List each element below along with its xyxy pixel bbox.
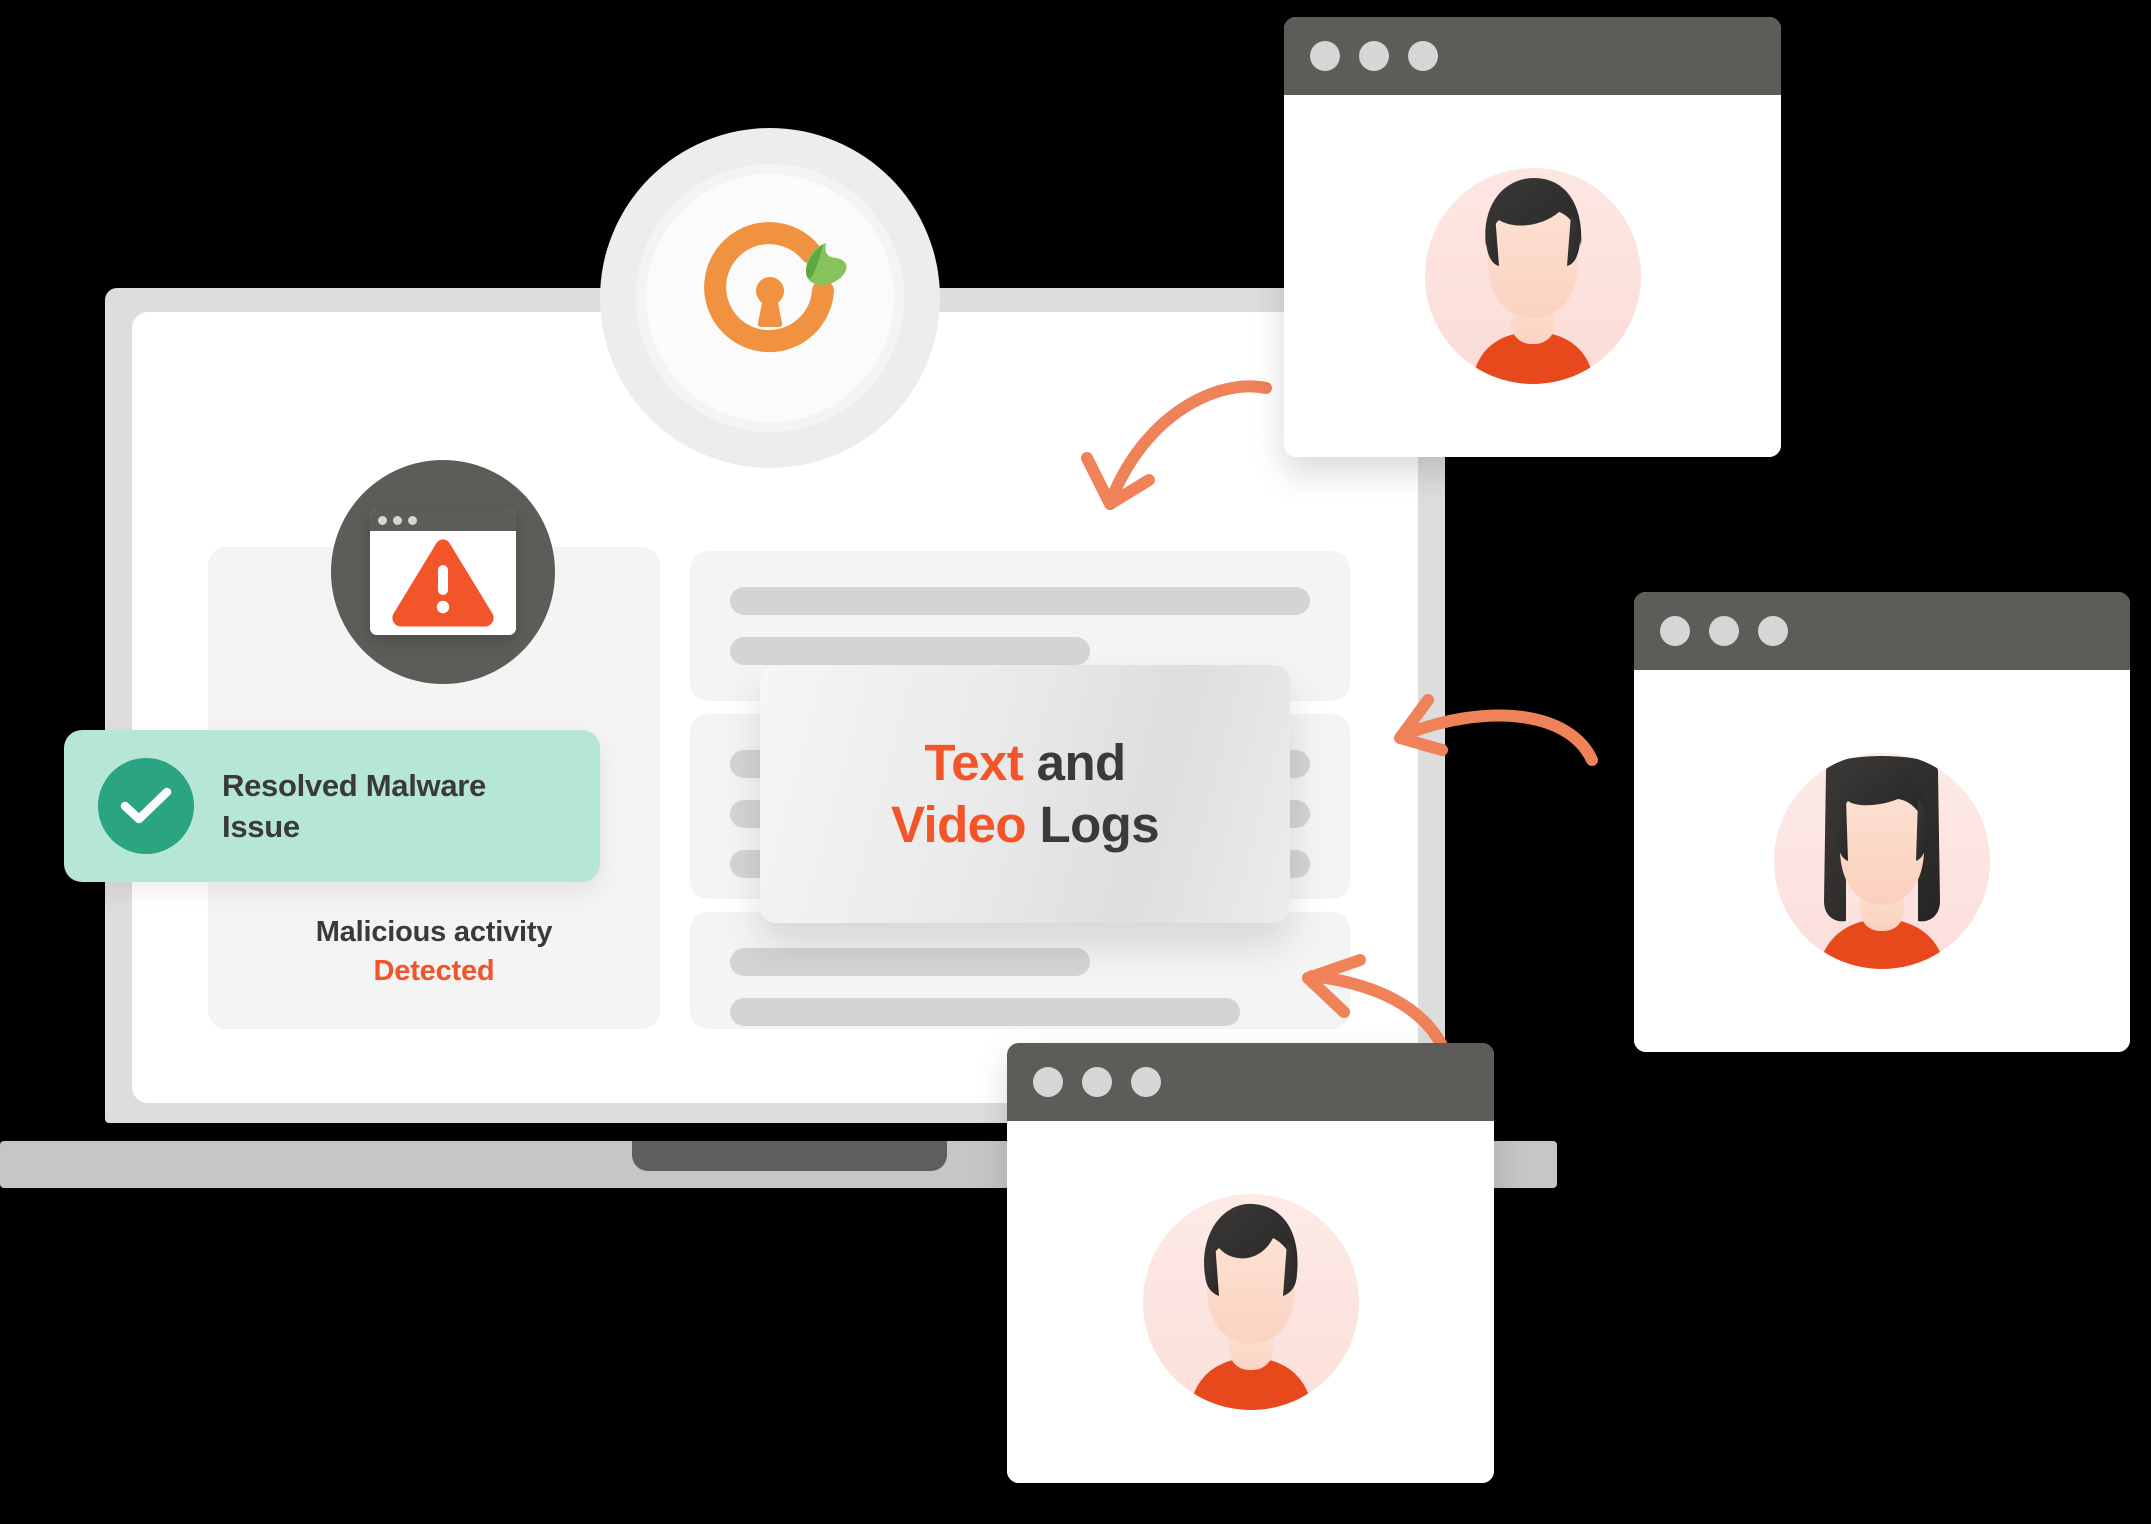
brand-logo bbox=[600, 128, 940, 468]
window-viewport bbox=[1634, 670, 2130, 1052]
window-dot-icon[interactable] bbox=[1082, 1067, 1112, 1097]
skeleton-line bbox=[730, 948, 1090, 976]
malware-warning-icon bbox=[331, 460, 555, 684]
window-dot-icon bbox=[393, 515, 402, 525]
window-titlebar bbox=[1284, 17, 1781, 95]
text-card-line1: Text and bbox=[891, 732, 1159, 794]
browser-window-right[interactable] bbox=[1634, 592, 2130, 1052]
skeleton-panel-3 bbox=[690, 912, 1350, 1029]
window-dot-icon[interactable] bbox=[1660, 616, 1690, 646]
warning-triangle-icon bbox=[392, 539, 494, 627]
window-dot-icon[interactable] bbox=[1758, 616, 1788, 646]
window-titlebar bbox=[370, 509, 516, 531]
window-viewport bbox=[1284, 95, 1781, 457]
avatar bbox=[1121, 1172, 1381, 1432]
malware-window-icon bbox=[370, 509, 516, 635]
window-titlebar bbox=[1634, 592, 2130, 670]
check-icon bbox=[120, 787, 172, 824]
window-dot-icon[interactable] bbox=[1131, 1067, 1161, 1097]
window-dot-icon[interactable] bbox=[1408, 41, 1438, 71]
text-card-line2-rest: Logs bbox=[1025, 796, 1160, 853]
resolved-badge-label: Resolved Malware Issue bbox=[222, 767, 486, 844]
avatar bbox=[1403, 146, 1663, 406]
malware-caption: Malicious activity Detected bbox=[208, 913, 660, 990]
brand-logo-inner-ring bbox=[636, 164, 904, 432]
window-dot-icon[interactable] bbox=[1033, 1067, 1063, 1097]
window-dot-icon bbox=[408, 515, 417, 525]
skeleton-line bbox=[730, 637, 1090, 665]
resolved-malware-badge: Resolved Malware Issue bbox=[64, 730, 600, 882]
window-dot-icon[interactable] bbox=[1359, 41, 1389, 71]
arrow-right-to-screen bbox=[1394, 694, 1598, 766]
illustration-stage: Malicious activity Detected Text and Vid… bbox=[0, 0, 2151, 1524]
avatar bbox=[1752, 731, 2012, 991]
circular-lock-leaf-logo bbox=[704, 222, 847, 353]
window-titlebar bbox=[1007, 1043, 1494, 1121]
arrow-top-to-screen bbox=[1081, 380, 1272, 510]
skeleton-line bbox=[730, 587, 1310, 615]
female-avatar-long-hair bbox=[1774, 753, 1990, 969]
skeleton-line bbox=[730, 998, 1241, 1026]
text-card-highlight-text: Text bbox=[924, 733, 1024, 791]
malware-caption-line1: Malicious activity bbox=[315, 916, 553, 948]
window-viewport bbox=[1007, 1121, 1494, 1483]
window-dot-icon bbox=[378, 515, 387, 525]
check-circle-icon bbox=[98, 758, 194, 854]
male-avatar-short-hair bbox=[1424, 168, 1641, 384]
text-card-highlight-video: Video bbox=[891, 796, 1027, 853]
text-logs-card: Text and Video Logs bbox=[760, 665, 1290, 923]
keyhole-icon bbox=[756, 277, 784, 328]
browser-window-top[interactable] bbox=[1284, 17, 1781, 457]
laptop-trackpad-notch bbox=[632, 1141, 947, 1171]
browser-window-bottom[interactable] bbox=[1007, 1043, 1494, 1483]
text-card-line1-rest: and bbox=[1023, 733, 1126, 791]
male-avatar-wavy-hair bbox=[1142, 1194, 1359, 1410]
window-dot-icon[interactable] bbox=[1310, 41, 1340, 71]
malware-caption-line2: Detected bbox=[373, 954, 495, 987]
window-body bbox=[370, 531, 516, 635]
text-card-line2: Video Logs bbox=[891, 794, 1160, 856]
window-dot-icon[interactable] bbox=[1709, 616, 1739, 646]
